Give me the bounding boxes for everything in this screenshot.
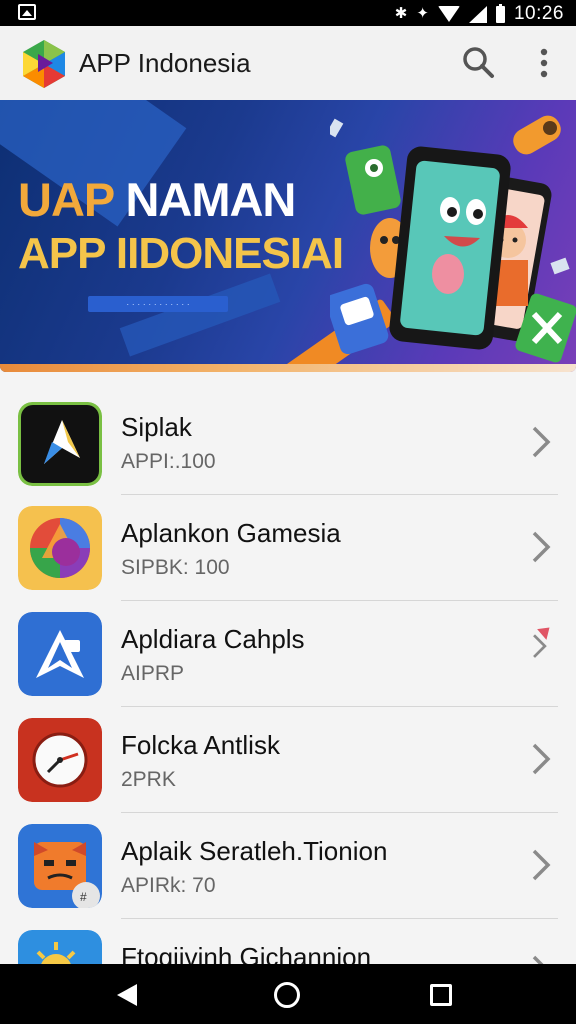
app-name: Aplankon Gamesia xyxy=(121,518,341,548)
app-subtitle: 2PRK xyxy=(121,768,176,791)
promo-banner[interactable]: UAP NAMAN APP IIDONESIAI · · · · · · · ·… xyxy=(0,100,576,372)
banner-subheadline: APP IIDONESIAI xyxy=(18,229,344,278)
list-item[interactable]: Siplak APPI:.100 xyxy=(0,380,576,495)
status-time: 10:26 xyxy=(513,3,564,24)
banner-accent-bar xyxy=(0,364,576,372)
home-icon[interactable] xyxy=(274,982,300,1008)
banner-headline-part1: UAP xyxy=(18,173,114,226)
app-subtitle: SIPBK: 100 xyxy=(121,556,230,579)
app-name: Aplaik Seratleh.Tionion xyxy=(121,836,388,866)
vibrate-icon: ✦ xyxy=(416,5,429,22)
list-item[interactable]: Folcka Antlisk 2PRK xyxy=(0,698,576,813)
chevron-right-icon xyxy=(532,743,551,775)
list-item[interactable]: Aplankon Gamesia SIPBK: 100 xyxy=(0,486,576,601)
banner-shape xyxy=(119,273,281,357)
signal-icon xyxy=(468,5,487,23)
status-icons: ✱ ✦ 10:26 xyxy=(395,3,564,25)
navigation-bar xyxy=(0,964,576,1024)
status-bar: ✱ ✦ 10:26 xyxy=(0,0,576,26)
app-title: APP Indonesia xyxy=(79,48,251,78)
search-icon[interactable] xyxy=(461,45,495,79)
chevron-right-icon xyxy=(532,849,551,881)
siplak-app-icon xyxy=(18,402,102,486)
phones-illustration xyxy=(330,115,576,363)
gallery-icon xyxy=(18,4,36,20)
chevron-right-icon xyxy=(533,627,550,658)
app-logo-icon xyxy=(23,40,65,88)
app-bar: APP Indonesia xyxy=(0,26,576,100)
apldiara-app-icon xyxy=(18,612,102,696)
app-name: Siplak xyxy=(121,412,192,442)
folcka-app-icon xyxy=(18,718,102,802)
back-icon[interactable] xyxy=(117,984,137,1006)
recent-apps-icon[interactable] xyxy=(430,984,452,1006)
chevron-right-icon xyxy=(532,531,551,563)
svg-text:#: # xyxy=(80,890,87,904)
banner-headline-part2: NAMAN xyxy=(125,173,296,226)
chevron-right-icon xyxy=(532,426,551,458)
aplaik-app-icon: # xyxy=(18,824,102,908)
app-name: Apldiara Cahpls xyxy=(121,624,305,654)
wifi-icon xyxy=(437,6,460,22)
aplankon-app-icon xyxy=(18,506,102,590)
list-item[interactable]: # Aplaik Seratleh.Tionion APIRk: 70 xyxy=(0,804,576,919)
app-subtitle: AIPRP xyxy=(121,662,185,685)
app-subtitle: APPI:.100 xyxy=(121,450,216,473)
app-subtitle: APIRk: 70 xyxy=(121,874,216,897)
bluetooth-icon: ✱ xyxy=(394,5,408,22)
list-item[interactable]: Apldiara Cahpls AIPRP xyxy=(0,592,576,707)
banner-pill: · · · · · · · · · · · · xyxy=(88,296,228,312)
more-vert-icon[interactable] xyxy=(530,46,558,80)
app-name: Folcka Antlisk xyxy=(121,730,280,760)
banner-headline: UAP NAMAN xyxy=(18,172,296,227)
battery-icon xyxy=(495,3,505,23)
